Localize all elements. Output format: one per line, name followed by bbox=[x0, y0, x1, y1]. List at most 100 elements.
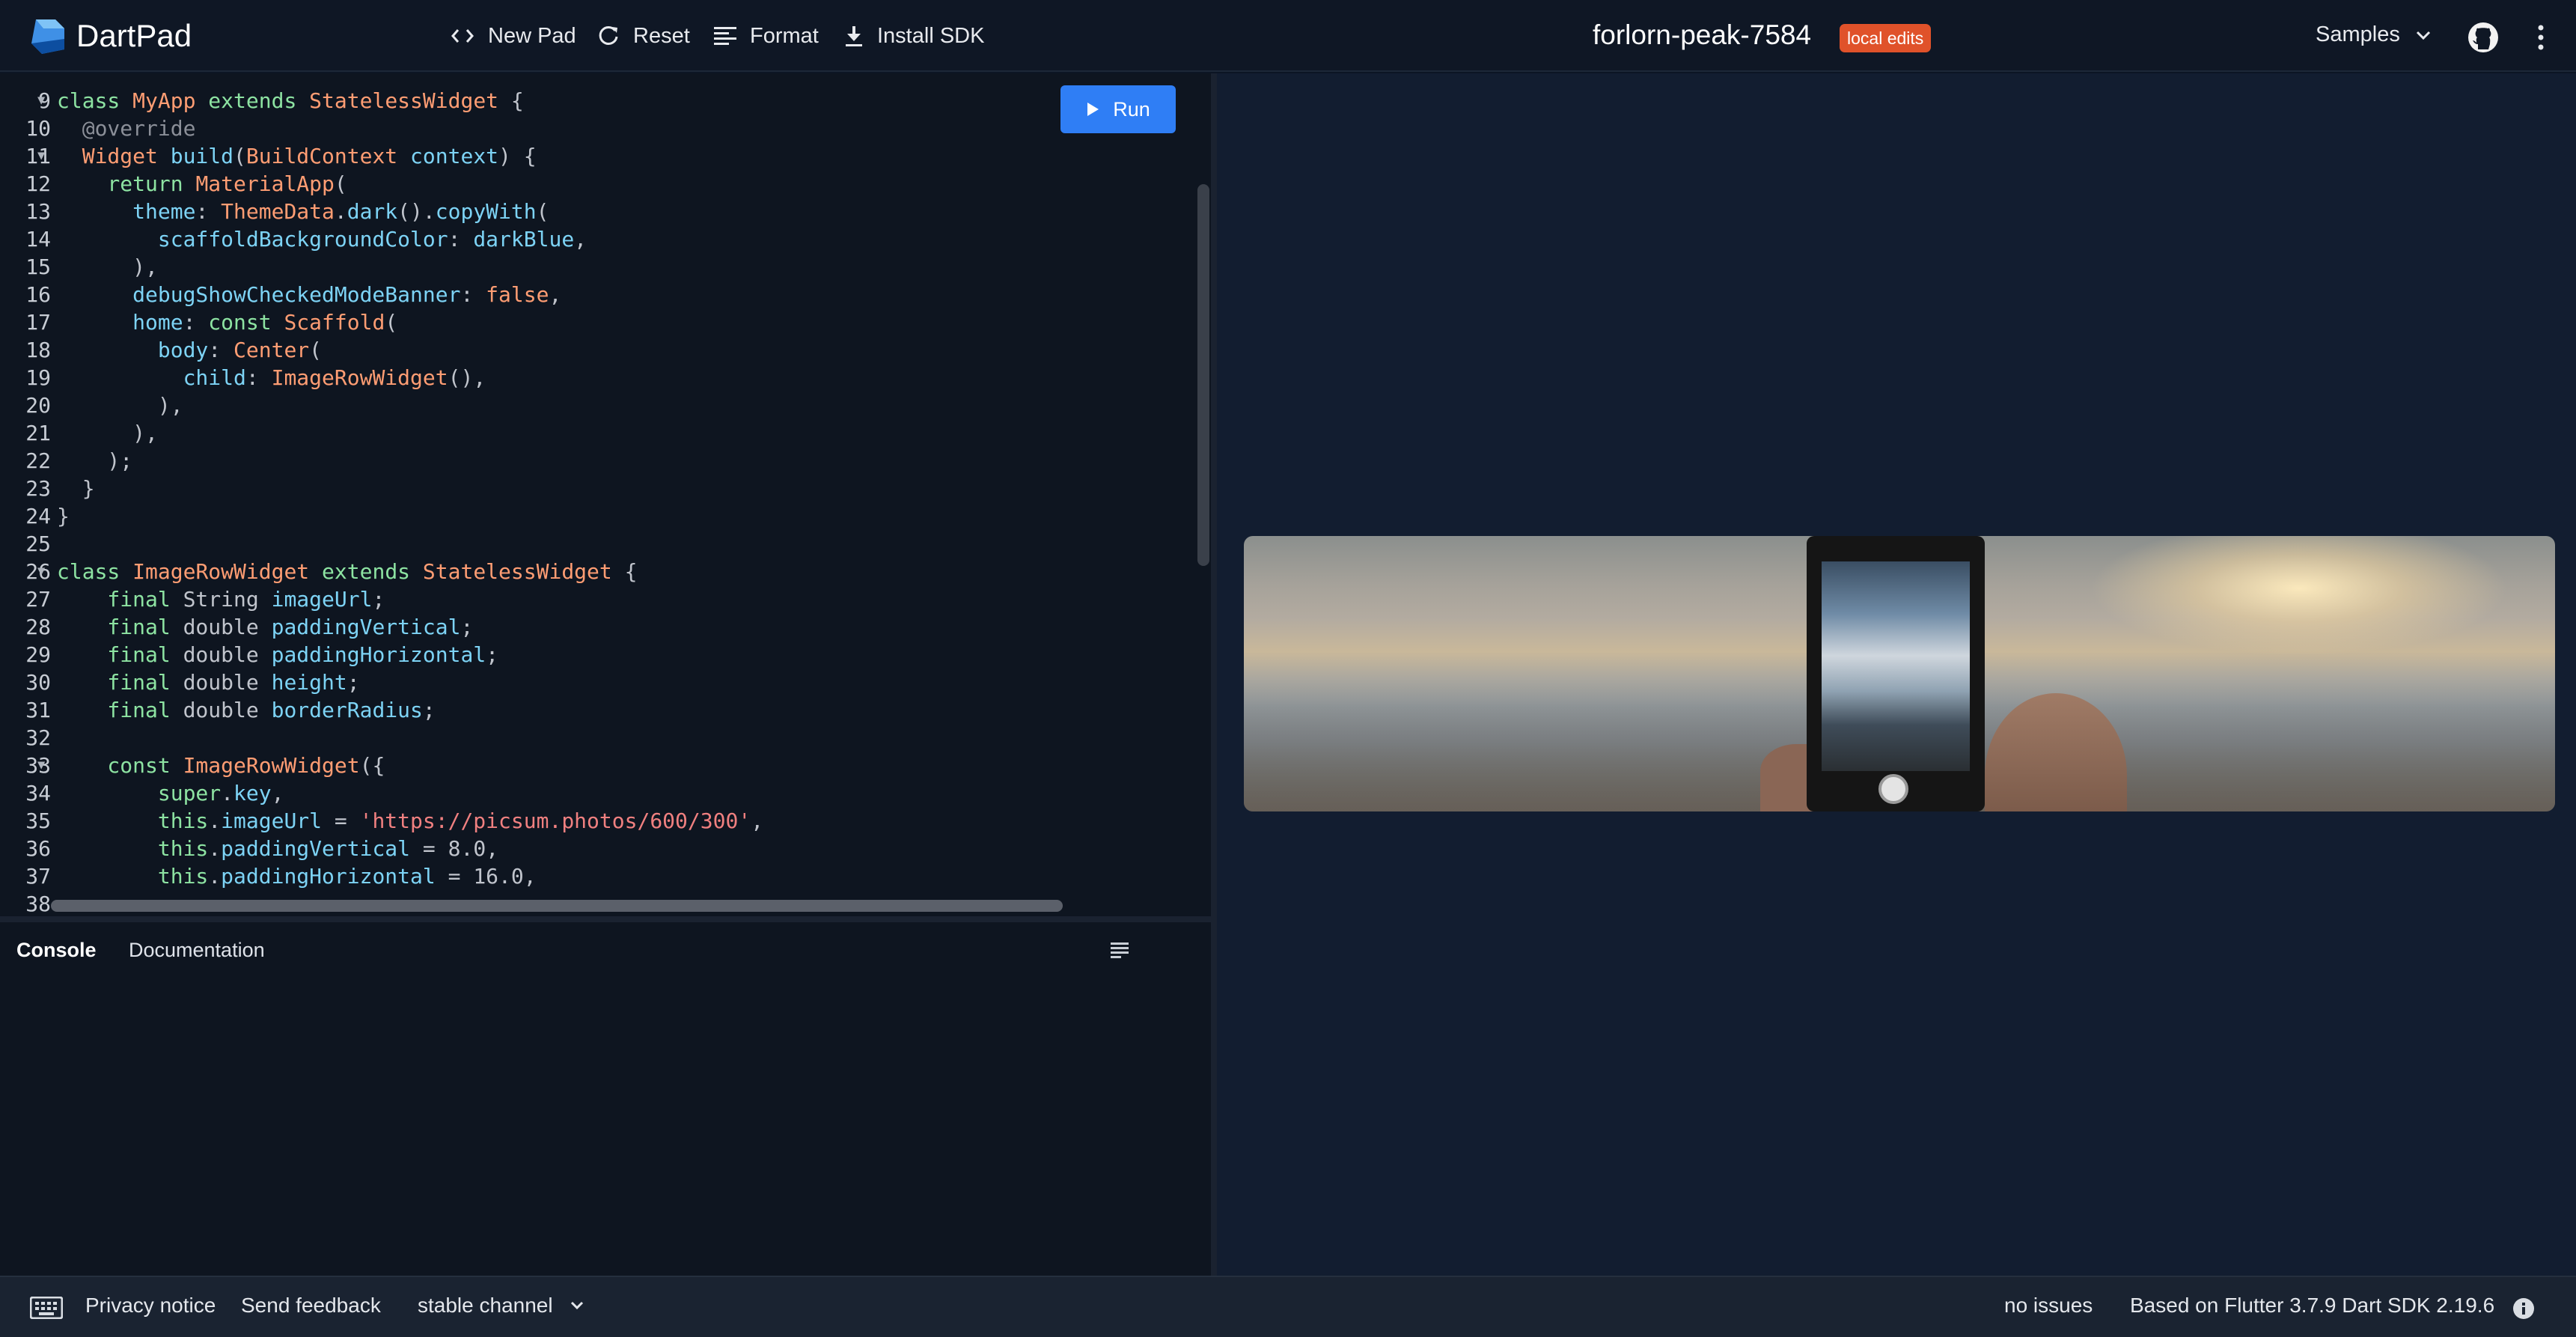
line-number: 22 bbox=[0, 447, 51, 475]
editor-horizontal-scrollbar[interactable] bbox=[51, 900, 1063, 912]
code-token: class bbox=[57, 88, 133, 113]
install-sdk-button[interactable]: Install SDK bbox=[844, 21, 984, 51]
line-number-text: 25 bbox=[25, 532, 51, 556]
code-token: final bbox=[57, 670, 183, 695]
code-line: this.paddingVertical = 8.0, bbox=[57, 835, 763, 862]
code-token: ), bbox=[57, 255, 158, 279]
code-line: final double height; bbox=[57, 668, 763, 696]
send-feedback-link[interactable]: Send feedback bbox=[241, 1294, 381, 1318]
fold-toggle-icon[interactable]: ▼ bbox=[37, 142, 45, 170]
code-line: ), bbox=[57, 419, 763, 447]
code-token: . bbox=[208, 864, 222, 889]
code-token: ; bbox=[460, 615, 474, 639]
pad-name[interactable]: forlorn-peak-7584 bbox=[1593, 19, 1811, 51]
github-icon[interactable] bbox=[2467, 21, 2500, 54]
code-token: paddingVertical bbox=[221, 836, 411, 861]
code-token: copyWith bbox=[435, 199, 537, 224]
line-number: 32 bbox=[0, 724, 51, 752]
channel-dropdown[interactable]: stable channel bbox=[418, 1294, 585, 1318]
line-number-text: 9 bbox=[38, 88, 51, 113]
code-line: } bbox=[57, 475, 763, 502]
code-line: theme: ThemeData.dark().copyWith( bbox=[57, 198, 763, 225]
line-number-text: 19 bbox=[25, 365, 51, 390]
line-number-text: 26 bbox=[25, 559, 51, 584]
line-number-text: 28 bbox=[25, 615, 51, 639]
code-line: class MyApp extends StatelessWidget { bbox=[57, 87, 763, 115]
code-token: StatelessWidget bbox=[309, 88, 499, 113]
code-token: StatelessWidget bbox=[422, 559, 612, 584]
new-pad-label: New Pad bbox=[488, 23, 576, 48]
split-divider-vertical[interactable] bbox=[1211, 73, 1217, 1276]
line-number: 28 bbox=[0, 613, 51, 641]
line-number: 37 bbox=[0, 862, 51, 890]
line-number: 38 bbox=[0, 890, 51, 916]
local-edits-badge: local edits bbox=[1840, 24, 1932, 52]
code-token: ; bbox=[422, 698, 436, 722]
more-vert-icon[interactable] bbox=[2536, 24, 2546, 51]
privacy-notice-link[interactable]: Privacy notice bbox=[85, 1294, 216, 1318]
code-line: const ImageRowWidget({ bbox=[57, 752, 763, 779]
code-token: MaterialApp bbox=[195, 171, 335, 196]
code-token: super bbox=[57, 781, 222, 805]
run-button[interactable]: Run bbox=[1060, 85, 1176, 133]
tab-console[interactable]: Console bbox=[16, 939, 97, 962]
code-token: ); bbox=[57, 448, 133, 473]
code-token: imageUrl bbox=[221, 808, 323, 833]
channel-label: stable channel bbox=[418, 1294, 553, 1317]
line-number-text: 30 bbox=[25, 670, 51, 695]
line-number-gutter: 9 ▼ 10 11 ▼ 12 13 14 15 16 17 18 19 20 21 22 23 24 25 26 ▼ 27… bbox=[0, 87, 51, 916]
tab-documentation[interactable]: Documentation bbox=[129, 939, 265, 962]
split-divider-horizontal[interactable] bbox=[0, 916, 1211, 922]
code-line: super.key, bbox=[57, 779, 763, 807]
code-line: @override bbox=[57, 115, 763, 142]
chevron-down-icon bbox=[2416, 31, 2430, 40]
code-line: ), bbox=[57, 392, 763, 419]
code-token: ), bbox=[57, 421, 158, 445]
code-token: Scaffold bbox=[284, 310, 385, 335]
format-button[interactable]: Format bbox=[714, 21, 819, 51]
code-token: (), bbox=[448, 365, 486, 390]
samples-dropdown[interactable]: Samples bbox=[2316, 22, 2432, 47]
line-number: 36 bbox=[0, 835, 51, 862]
sdk-version: Based on Flutter 3.7.9 Dart SDK 2.19.6 bbox=[2130, 1294, 2495, 1317]
format-label: Format bbox=[750, 23, 819, 48]
code-token: return bbox=[57, 171, 196, 196]
keyboard-icon[interactable] bbox=[30, 1297, 63, 1319]
line-number-text: 22 bbox=[25, 448, 51, 473]
fold-toggle-icon[interactable]: ▼ bbox=[37, 558, 45, 585]
line-number-text: 16 bbox=[25, 282, 51, 307]
code-token: context bbox=[397, 144, 499, 168]
code-token: borderRadius bbox=[271, 698, 423, 722]
rendered-image bbox=[1244, 536, 2555, 811]
code-token: String bbox=[183, 587, 272, 612]
code-token: { bbox=[611, 559, 638, 584]
new-pad-button[interactable]: New Pad bbox=[451, 21, 576, 51]
line-number-text: 13 bbox=[25, 199, 51, 224]
line-number: 19 bbox=[0, 364, 51, 392]
line-number-text: 14 bbox=[25, 227, 51, 252]
code-editor[interactable]: 9 ▼ 10 11 ▼ 12 13 14 15 16 17 18 19 20 21 22 23 24 25 26 ▼ 27… bbox=[0, 73, 1211, 916]
reset-button[interactable]: Reset bbox=[597, 21, 690, 51]
line-number-text: 12 bbox=[25, 171, 51, 196]
editor-vertical-scrollbar[interactable] bbox=[1197, 184, 1209, 566]
code-token: Center bbox=[234, 338, 310, 362]
info-icon[interactable] bbox=[2512, 1297, 2536, 1321]
line-number-text: 34 bbox=[25, 781, 51, 805]
line-number-text: 20 bbox=[25, 393, 51, 418]
code-token: ; bbox=[486, 642, 499, 667]
code-token: this bbox=[57, 808, 209, 833]
fold-toggle-icon[interactable]: ▼ bbox=[37, 87, 45, 115]
code-token: : bbox=[460, 282, 486, 307]
code-token: imageUrl bbox=[271, 587, 373, 612]
code-area[interactable]: class MyApp extends StatelessWidget { @o… bbox=[57, 87, 763, 916]
code-token: = bbox=[435, 864, 474, 889]
code-token: height bbox=[271, 670, 347, 695]
code-token: scaffoldBackgroundColor bbox=[57, 227, 448, 252]
code-token: paddingHorizontal bbox=[221, 864, 436, 889]
code-line: home: const Scaffold( bbox=[57, 308, 763, 336]
install-sdk-label: Install SDK bbox=[877, 23, 985, 48]
fold-toggle-icon[interactable]: ▼ bbox=[37, 752, 45, 779]
code-token: , bbox=[549, 282, 562, 307]
clear-console-icon[interactable] bbox=[1111, 942, 1132, 958]
